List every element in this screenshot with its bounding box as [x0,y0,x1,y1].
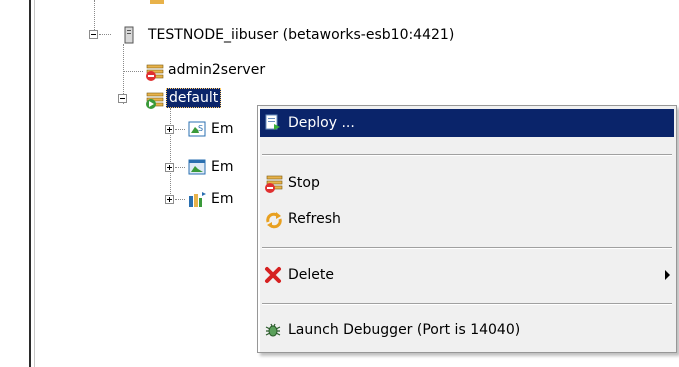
menu-item-launch-debugger[interactable]: Launch Debugger (Port is 14040) [260,316,674,344]
tree-connector [175,129,185,130]
menu-item-label: Deploy ... [288,115,355,131]
soap-app-icon: S [188,120,206,138]
tree-item-child[interactable]: Em [211,158,233,176]
collapse-node-toggle[interactable] [89,30,98,39]
menu-item-label: Delete [288,267,334,283]
menu-item-label: Launch Debugger (Port is 14040) [288,322,521,338]
deploy-icon [264,114,282,132]
partial-icon [150,0,164,4]
delete-icon [264,266,282,284]
expand-toggle[interactable] [165,125,174,134]
application-icon [188,158,206,176]
integration-server-icon [144,90,164,109]
menu-separator [262,154,672,156]
tree-connector [94,0,95,30]
view-left-border-inner [34,0,35,367]
context-menu: Deploy ... Stop Refresh Delete Launch De… [257,105,677,353]
tree-item-admin2server[interactable]: admin2server [168,61,265,79]
library-icon [188,190,206,208]
menu-item-refresh[interactable]: Refresh [260,205,674,233]
debugger-icon [264,321,282,339]
menu-item-label: Refresh [288,211,341,227]
tree-connector [123,71,143,72]
tree-item-child[interactable]: Em [211,120,233,138]
menu-item-deploy[interactable]: Deploy ... [260,109,674,137]
submenu-arrow-icon [665,270,670,280]
tree-connector [99,34,111,35]
menu-separator [262,247,672,249]
menu-separator [262,303,672,305]
menu-item-label: Stop [288,175,320,191]
menu-item-delete[interactable]: Delete [260,261,674,289]
refresh-icon [264,210,282,229]
menu-item-stop[interactable]: Stop [260,169,674,197]
expand-toggle[interactable] [165,163,174,172]
tree-connector [175,167,185,168]
tree-item-child[interactable]: Em [211,190,233,208]
svg-text:S: S [198,124,203,133]
tree-connector [175,199,185,200]
expand-toggle[interactable] [165,195,174,204]
tree-item-testnode[interactable]: TESTNODE_iibuser (betaworks-esb10:4421) [148,26,454,44]
tree-item-default[interactable]: default [166,88,222,108]
stop-icon [264,174,283,193]
view-left-border [29,0,31,367]
collapse-default-toggle[interactable] [118,94,127,103]
tree-connector [170,108,171,200]
server-icon [120,26,138,44]
integration-server-icon [144,62,164,81]
